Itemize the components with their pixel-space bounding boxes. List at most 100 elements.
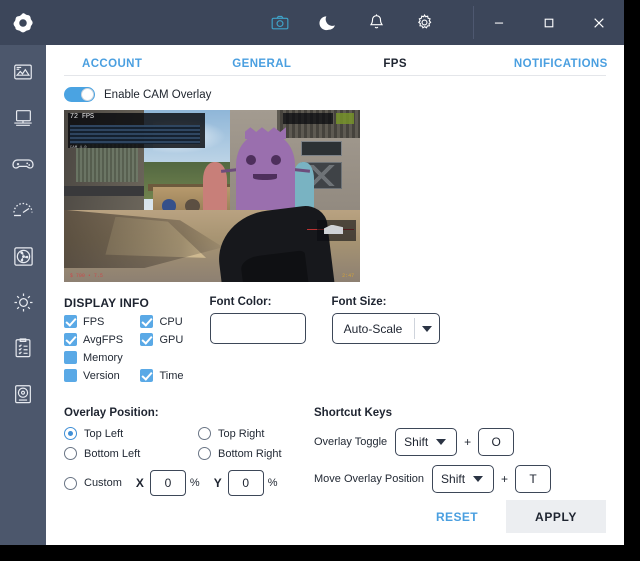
- radio-top-left[interactable]: Top Left: [64, 427, 174, 440]
- custom-y-input[interactable]: 0: [227, 470, 264, 496]
- radio-label-top-right: Top Right: [218, 427, 265, 440]
- checkbox-label-version: Version: [83, 369, 120, 382]
- sidebar-item-games[interactable]: [8, 149, 38, 179]
- radio-bottom-left[interactable]: Bottom Left: [64, 447, 174, 460]
- preview-hud-stats-rows: [69, 124, 201, 144]
- radio-top-right-dot: [198, 427, 211, 440]
- notifications-button[interactable]: [365, 12, 387, 34]
- checkbox-avgfps[interactable]: [64, 333, 77, 346]
- radio-bottom-right[interactable]: Bottom Right: [198, 447, 308, 460]
- font-size-label: Font Size:: [331, 296, 387, 308]
- font-size-value: Auto-Scale: [343, 321, 403, 336]
- apply-button[interactable]: APPLY: [506, 500, 606, 533]
- shortcut-modifier-value-overlay-toggle: Shift: [404, 435, 429, 449]
- shortcut-modifier-select-move-overlay[interactable]: Shift: [432, 465, 495, 493]
- radio-label-custom: Custom: [84, 477, 122, 489]
- lower-settings-row: Overlay Position: Top Left Top Right Bot…: [64, 407, 606, 496]
- font-color-input[interactable]: [209, 313, 306, 344]
- chevron-down-icon: [421, 325, 432, 332]
- shortcut-label-move-overlay: Move Overlay Position: [314, 473, 425, 485]
- minimize-button[interactable]: [474, 0, 524, 45]
- sidebar-item-lighting[interactable]: [8, 287, 38, 317]
- disk-icon: [15, 385, 31, 404]
- radio-label-bottom-right: Bottom Right: [218, 447, 282, 460]
- close-button[interactable]: [574, 0, 624, 45]
- enable-cam-overlay-row: Enable CAM Overlay: [64, 87, 606, 102]
- checkbox-row-gpu: GPU: [140, 331, 183, 348]
- tab-account[interactable]: ACCOUNT: [82, 58, 142, 70]
- font-size-select[interactable]: Auto-Scale: [331, 313, 440, 344]
- fan-icon: [13, 246, 33, 266]
- checkbox-label-cpu: CPU: [159, 315, 183, 328]
- radio-bottom-left-dot: [64, 447, 77, 460]
- shortcut-plus-2: +: [501, 472, 509, 486]
- preview-hud-top-right: [283, 113, 334, 124]
- checkbox-row-time: Time: [140, 367, 184, 384]
- enable-cam-overlay-toggle[interactable]: [64, 87, 95, 102]
- display-info-column-1: FPS AvgFPS Memory Version: [64, 313, 136, 385]
- preview-hud-fps-text: 72 FPS: [69, 113, 94, 122]
- shortcut-key-input-move-overlay[interactable]: T: [515, 465, 552, 493]
- cam-app-window: ACCOUNT GENERAL FPS NOTIFICATIONS Enable…: [0, 0, 624, 545]
- checkbox-time[interactable]: [140, 369, 154, 382]
- moon-icon: [318, 16, 335, 31]
- preview-hud-radar: [317, 220, 356, 241]
- display-settings-row: DISPLAY INFO FPS AvgFPS Memory Version C…: [64, 296, 606, 385]
- checkbox-fps[interactable]: [64, 315, 77, 328]
- preview-left-rail: [64, 185, 144, 196]
- night-mode-button[interactable]: [317, 12, 339, 34]
- tab-notifications[interactable]: NOTIFICATIONS: [514, 58, 608, 70]
- preview-hud-bottom-right: 2:47: [342, 272, 355, 279]
- checkbox-label-time: Time: [159, 369, 184, 382]
- content-area: ACCOUNT GENERAL FPS NOTIFICATIONS Enable…: [46, 45, 624, 545]
- preview-scene: 72 FPS CAM 4.0 $ 700 • 7.5 2:47: [64, 110, 360, 282]
- tab-general[interactable]: GENERAL: [232, 58, 291, 70]
- custom-y-letter: Y: [213, 476, 222, 490]
- checkbox-memory[interactable]: [64, 351, 77, 364]
- overlay-preview-image: 72 FPS CAM 4.0 $ 700 • 7.5 2:47: [64, 110, 360, 282]
- tab-bar: ACCOUNT GENERAL FPS NOTIFICATIONS: [64, 45, 608, 76]
- enable-cam-overlay-label: Enable CAM Overlay: [104, 88, 212, 101]
- checkbox-label-avgfps: AvgFPS: [83, 333, 124, 346]
- screenshot-button[interactable]: [269, 12, 291, 34]
- sidebar-item-cooling[interactable]: [8, 241, 38, 271]
- dashboard-icon: [14, 64, 32, 80]
- radio-top-right[interactable]: Top Right: [198, 427, 308, 440]
- sidebar-item-performance[interactable]: [8, 195, 38, 225]
- shortcut-key-input-overlay-toggle[interactable]: O: [478, 428, 515, 456]
- maximize-button[interactable]: [524, 0, 574, 45]
- overlay-position-title: Overlay Position:: [64, 407, 159, 419]
- window-controls: [473, 0, 624, 45]
- pc-monitor-icon: [14, 110, 32, 126]
- checkbox-gpu[interactable]: [140, 333, 154, 346]
- settings-button[interactable]: [413, 12, 435, 34]
- sidebar-item-pc-monitoring[interactable]: [8, 103, 38, 133]
- overlay-position-panel: Overlay Position: Top Left Top Right Bot…: [64, 407, 308, 496]
- preview-hud-detail-text: CAM 4.0: [69, 146, 87, 151]
- checkbox-cpu[interactable]: [140, 315, 154, 328]
- titlebar-tools: [269, 12, 435, 34]
- tab-fps[interactable]: FPS: [383, 58, 407, 70]
- font-size-arrow: [415, 325, 439, 332]
- overlay-position-custom-line: Custom X 0 % Y 0 %: [64, 470, 308, 496]
- sidebar-item-storage[interactable]: [8, 379, 38, 409]
- maximize-icon: [544, 18, 554, 27]
- main-column: ACCOUNT GENERAL FPS NOTIFICATIONS Enable…: [46, 0, 624, 545]
- custom-x-input[interactable]: 0: [149, 470, 186, 496]
- checkbox-row-avgfps: AvgFPS: [64, 331, 136, 348]
- shortcut-modifier-select-overlay-toggle[interactable]: Shift: [395, 428, 458, 456]
- preview-graffiti-mouth: [253, 173, 278, 180]
- shortcut-modifier-value-move-overlay: Shift: [441, 472, 466, 486]
- checkbox-version[interactable]: [64, 369, 77, 382]
- sidebar-item-logs[interactable]: [8, 333, 38, 363]
- speedometer-icon: [13, 202, 33, 217]
- radio-custom[interactable]: Custom: [64, 476, 122, 490]
- shortcut-keys-title: Shortcut Keys: [314, 407, 392, 419]
- checkbox-label-gpu: GPU: [159, 333, 184, 346]
- font-size-block: Font Size: Auto-Scale: [331, 296, 440, 385]
- sidebar: [0, 0, 46, 545]
- reset-button[interactable]: RESET: [426, 504, 488, 530]
- checkbox-label-fps: FPS: [83, 315, 105, 328]
- app-logo[interactable]: [0, 0, 46, 45]
- sidebar-item-dashboard[interactable]: [8, 57, 38, 87]
